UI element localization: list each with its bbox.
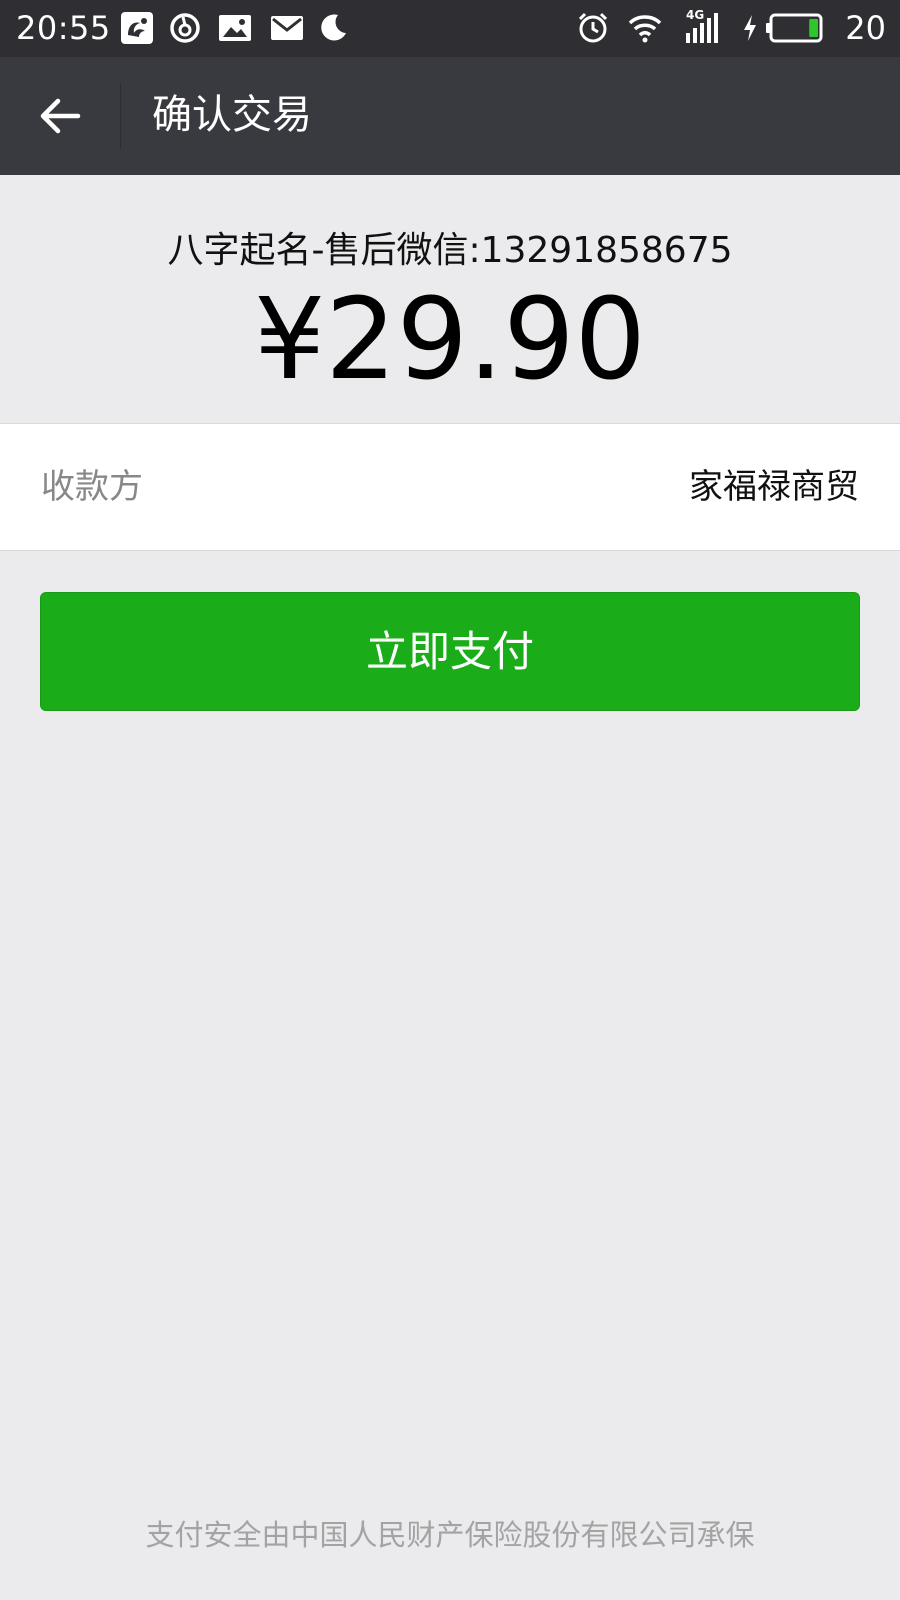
page-title: 确认交易 (152, 92, 312, 138)
arrow-left-icon (40, 98, 81, 134)
insurance-note: 支付安全由中国人民财产保险股份有限公司承保 (145, 1518, 755, 1552)
battery-icon (766, 13, 823, 43)
payment-amount: ¥29.90 (254, 275, 646, 405)
moon-icon (321, 14, 346, 41)
image-notification-icon (219, 15, 251, 41)
payee-label: 收款方 (41, 467, 143, 507)
pay-now-button[interactable]: 立即支付 (40, 592, 860, 711)
uc-browser-icon (121, 12, 153, 44)
status-time: 20:55 (16, 9, 111, 47)
mail-icon (271, 16, 303, 40)
wifi-icon (628, 15, 662, 43)
battery-percent: 20 (845, 9, 886, 47)
payee-name: 家福禄商贸 (689, 467, 859, 507)
payment-summary: 八字起名-售后微信:13291858675 ¥29.90 (0, 175, 900, 423)
cellular-signal-icon (686, 13, 718, 43)
order-description: 八字起名-售后微信:13291858675 (167, 230, 733, 271)
alarm-icon (578, 12, 608, 43)
app-bar: 确认交易 (0, 57, 900, 175)
status-bar: 20:55 4G 20 (0, 0, 900, 57)
payee-row: 收款方 家福禄商贸 (0, 423, 900, 551)
charging-icon (744, 15, 756, 41)
app-bar-divider (120, 84, 121, 148)
netease-music-icon (170, 13, 200, 43)
back-button[interactable] (20, 77, 100, 155)
